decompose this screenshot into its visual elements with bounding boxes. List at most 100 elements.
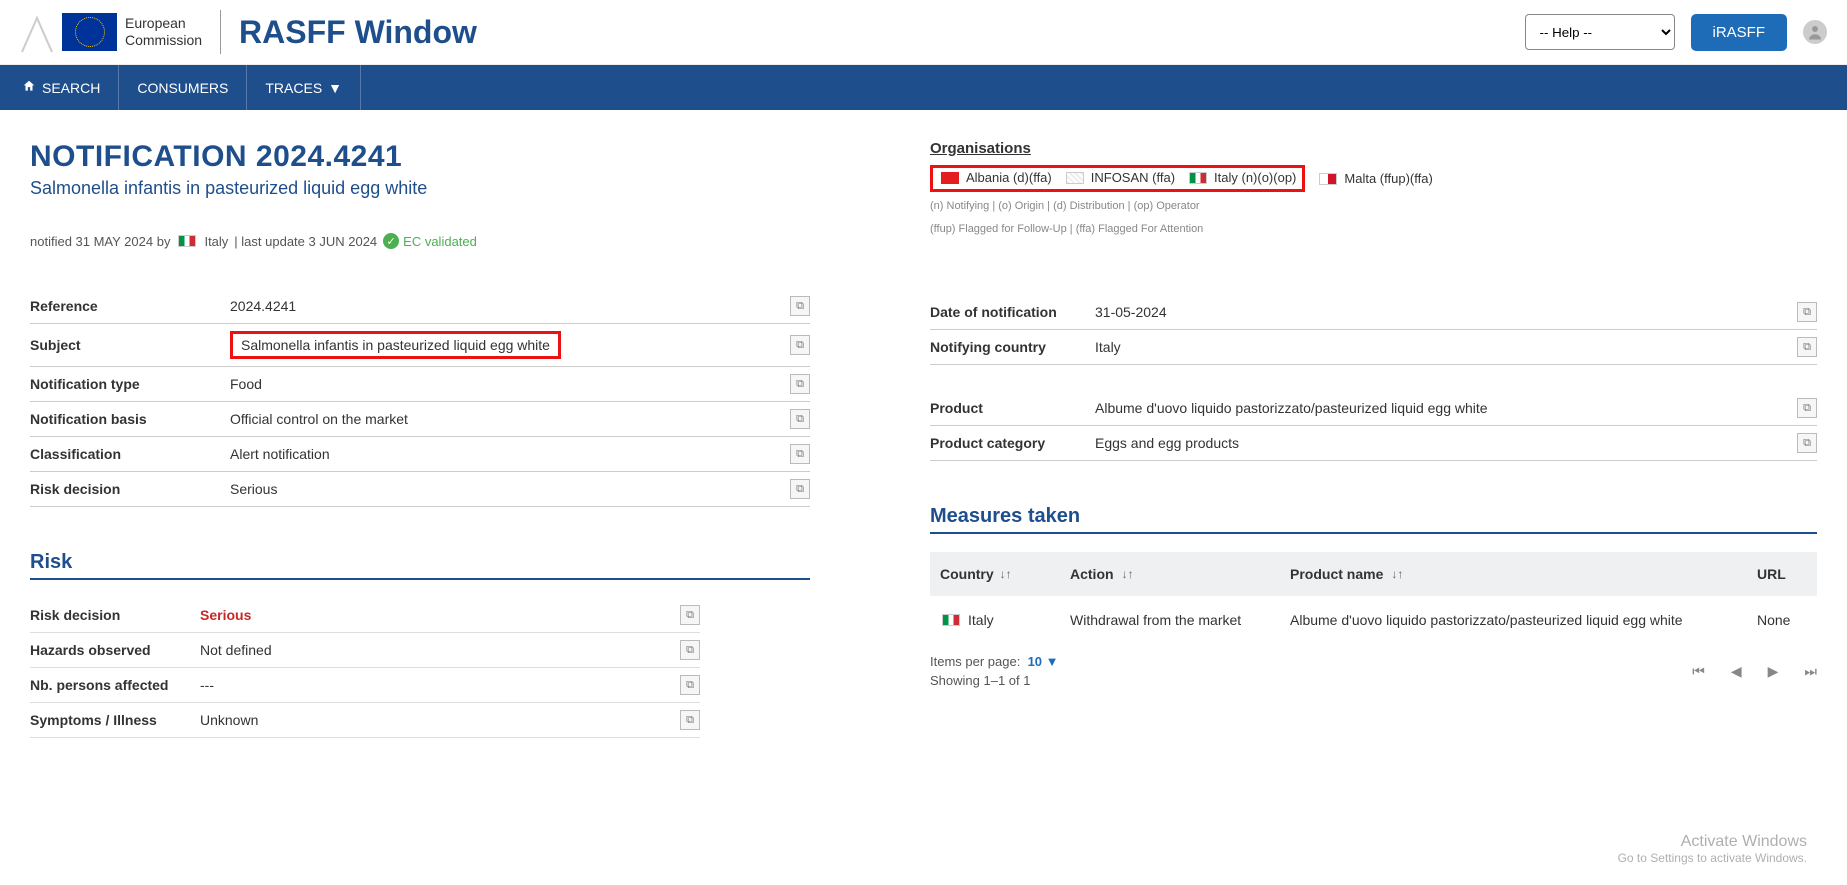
organisations-list: Albania (d)(ffa) INFOSAN (ffa) Italy (n)… bbox=[930, 165, 1817, 192]
risk-header: Risk bbox=[30, 551, 810, 580]
copy-button[interactable]: ⧉ bbox=[790, 444, 810, 464]
th-url-label: URL bbox=[1757, 566, 1786, 582]
copy-button[interactable]: ⧉ bbox=[1797, 398, 1817, 418]
ec-logo: European Commission bbox=[20, 10, 202, 54]
copy-button[interactable]: ⧉ bbox=[790, 335, 810, 355]
reference-value: 2024.4241 bbox=[230, 298, 790, 314]
pager-controls: ⏮ ◀ ▶ ⏭ bbox=[1692, 663, 1817, 680]
riskdec-value: Serious bbox=[230, 481, 790, 497]
risk-symptoms-key: Symptoms / Illness bbox=[30, 712, 200, 728]
copy-button[interactable]: ⧉ bbox=[680, 640, 700, 660]
th-country-label: Country bbox=[940, 566, 994, 582]
sort-icon: ↓↑ bbox=[1122, 567, 1134, 581]
measures-row: Italy Withdrawal from the market Albume … bbox=[930, 596, 1817, 644]
copy-button[interactable]: ⧉ bbox=[790, 374, 810, 394]
row-notcountry: Notifying country Italy ⧉ bbox=[930, 330, 1817, 365]
org-legend1: (n) Notifying | (o) Origin | (d) Distrib… bbox=[930, 198, 1817, 215]
th-action[interactable]: Action ↓↑ bbox=[1070, 566, 1250, 582]
organisations-block: Organisations Albania (d)(ffa) INFOSAN (… bbox=[930, 140, 1817, 237]
risk-decision-value: Serious bbox=[200, 607, 680, 623]
subject-highlight: Salmonella infantis in pasteurized liqui… bbox=[230, 331, 561, 359]
pager-last-icon[interactable]: ⏭ bbox=[1804, 663, 1817, 680]
org-infosan-label: INFOSAN (ffa) bbox=[1091, 170, 1175, 185]
basis-key: Notification basis bbox=[30, 411, 230, 427]
irasff-button[interactable]: iRASFF bbox=[1691, 14, 1788, 51]
risk-row-hazards: Hazards observed Not defined ⧉ bbox=[30, 633, 700, 668]
risk-decision-key: Risk decision bbox=[30, 607, 200, 623]
th-product[interactable]: Product name ↓↑ bbox=[1290, 566, 1717, 582]
row-action: Withdrawal from the market bbox=[1070, 612, 1250, 628]
nav-traces[interactable]: TRACES ▼ bbox=[247, 65, 361, 110]
basis-value: Official control on the market bbox=[230, 411, 790, 427]
risk-persons-value: --- bbox=[200, 677, 680, 693]
risk-row-persons: Nb. persons affected --- ⧉ bbox=[30, 668, 700, 703]
copy-button[interactable]: ⧉ bbox=[1797, 433, 1817, 453]
home-icon bbox=[22, 79, 36, 96]
copy-button[interactable]: ⧉ bbox=[790, 409, 810, 429]
ec-validated-label: EC validated bbox=[403, 234, 477, 249]
date-key: Date of notification bbox=[930, 304, 1095, 320]
pager-first-icon[interactable]: ⏮ bbox=[1692, 663, 1705, 680]
pager-next-icon[interactable]: ▶ bbox=[1768, 663, 1779, 680]
nav-search[interactable]: SEARCH bbox=[0, 65, 119, 110]
items-per-page-value[interactable]: 10 ▼ bbox=[1028, 654, 1059, 669]
copy-button[interactable]: ⧉ bbox=[1797, 302, 1817, 322]
copy-button[interactable]: ⧉ bbox=[680, 710, 700, 730]
malta-flag-icon bbox=[1319, 173, 1337, 185]
nav-traces-label: TRACES bbox=[265, 80, 322, 96]
italy-flag-icon bbox=[942, 614, 960, 626]
risk-symptoms-value: Unknown bbox=[200, 712, 680, 728]
risk-row-symptoms: Symptoms / Illness Unknown ⧉ bbox=[30, 703, 700, 738]
meta-prefix: notified 31 MAY 2024 by bbox=[30, 234, 170, 249]
product-key: Product bbox=[930, 400, 1095, 416]
notification-subtitle: Salmonella infantis in pasteurized liqui… bbox=[30, 178, 810, 199]
organisations-highlight: Albania (d)(ffa) INFOSAN (ffa) Italy (n)… bbox=[930, 165, 1305, 192]
details-table-left: Reference 2024.4241 ⧉ Subject Salmonella… bbox=[30, 289, 810, 507]
check-circle-icon: ✓ bbox=[383, 233, 399, 249]
watermark-line1: Activate Windows bbox=[1618, 833, 1807, 851]
copy-button[interactable]: ⧉ bbox=[680, 605, 700, 625]
nav-consumers[interactable]: CONSUMERS bbox=[119, 65, 247, 110]
copy-button[interactable]: ⧉ bbox=[790, 296, 810, 316]
type-key: Notification type bbox=[30, 376, 230, 392]
row-category: Product category Eggs and egg products ⧉ bbox=[930, 426, 1817, 461]
org-legend2: (ffup) Flagged for Follow-Up | (ffa) Fla… bbox=[930, 221, 1817, 238]
th-product-label: Product name bbox=[1290, 566, 1383, 582]
org-item-malta: Malta (ffup)(ffa) bbox=[1317, 171, 1432, 186]
albania-flag-icon bbox=[941, 172, 959, 184]
measures-header: Measures taken bbox=[930, 505, 1817, 534]
row-riskdec: Risk decision Serious ⧉ bbox=[30, 472, 810, 507]
nav-search-label: SEARCH bbox=[42, 80, 100, 96]
copy-button[interactable]: ⧉ bbox=[790, 479, 810, 499]
category-value: Eggs and egg products bbox=[1095, 435, 1797, 451]
reference-key: Reference bbox=[30, 298, 230, 314]
row-url: None bbox=[1757, 612, 1807, 628]
caret-down-icon: ▼ bbox=[328, 80, 342, 96]
help-dropdown[interactable]: -- Help -- bbox=[1525, 14, 1675, 50]
pager: Items per page: 10 ▼ Showing 1–1 of 1 ⏮ … bbox=[930, 654, 1817, 688]
category-key: Product category bbox=[930, 435, 1095, 451]
header-right: -- Help -- iRASFF bbox=[1525, 14, 1828, 51]
type-value: Food bbox=[230, 376, 790, 392]
copy-button[interactable]: ⧉ bbox=[680, 675, 700, 695]
italy-flag-icon bbox=[178, 235, 196, 247]
riskdec-key: Risk decision bbox=[30, 481, 230, 497]
sort-icon: ↓↑ bbox=[1000, 567, 1012, 581]
th-country[interactable]: Country ↓↑ bbox=[940, 566, 1030, 582]
org-malta-label: Malta (ffup)(ffa) bbox=[1344, 171, 1432, 186]
items-per-page-label: Items per page: bbox=[930, 654, 1020, 669]
subject-text: Salmonella infantis in pasteurized liqui… bbox=[241, 337, 550, 353]
notcountry-key: Notifying country bbox=[930, 339, 1095, 355]
copy-button[interactable]: ⧉ bbox=[1797, 337, 1817, 357]
user-avatar-icon[interactable] bbox=[1803, 20, 1827, 44]
subject-value: Salmonella infantis in pasteurized liqui… bbox=[230, 331, 790, 359]
org-item-italy: Italy (n)(o)(op) bbox=[1187, 170, 1296, 185]
row-date: Date of notification 31-05-2024 ⧉ bbox=[930, 295, 1817, 330]
watermark-line2: Go to Settings to activate Windows. bbox=[1618, 851, 1807, 865]
organisations-header: Organisations bbox=[930, 140, 1817, 157]
th-url[interactable]: URL bbox=[1757, 566, 1807, 582]
row-basis: Notification basis Official control on t… bbox=[30, 402, 810, 437]
subject-key: Subject bbox=[30, 337, 230, 353]
row-product: Product Albume d'uovo liquido pastorizza… bbox=[930, 391, 1817, 426]
pager-prev-icon[interactable]: ◀ bbox=[1731, 663, 1742, 680]
